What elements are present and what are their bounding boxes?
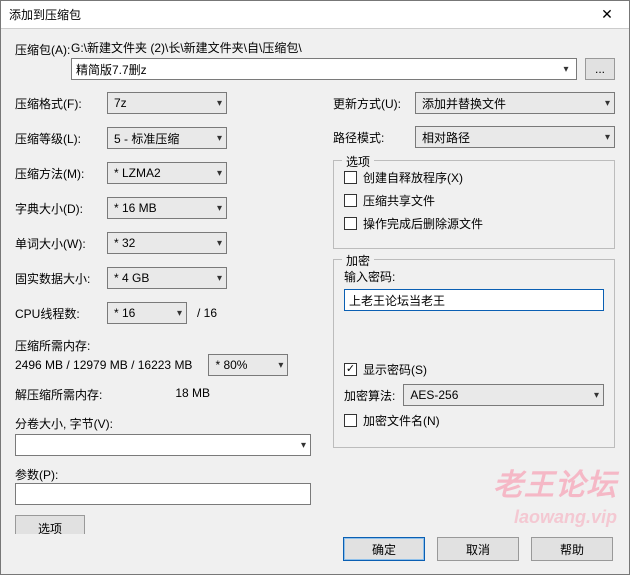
cpu-total: / 16 [197, 306, 217, 320]
archive-path: G:\新建文件夹 (2)\长\新建文件夹\自\压缩包\ [71, 39, 615, 56]
checkbox-icon [344, 217, 357, 230]
sfx-checkbox[interactable]: 创建自释放程序(X) [344, 169, 604, 186]
level-label: 压缩等级(L): [15, 130, 107, 147]
dialog-body: 压缩包(A): G:\新建文件夹 (2)\长\新建文件夹\自\压缩包\ 精简版7… [1, 29, 629, 534]
chevron-down-icon: ▾ [217, 98, 222, 109]
dict-select[interactable]: * 16 MB▾ [107, 197, 227, 219]
format-label: 压缩格式(F): [15, 95, 107, 112]
password-input[interactable] [344, 289, 604, 311]
mem-decompress-label: 解压缩所需内存: [15, 386, 102, 403]
close-icon[interactable]: ✕ [585, 1, 629, 28]
params-input[interactable] [15, 483, 311, 505]
method-select[interactable]: * LZMA2▾ [107, 162, 227, 184]
options-group-title: 选项 [342, 153, 374, 170]
chevron-down-icon: ▾ [217, 203, 222, 214]
volumes-select[interactable]: ▾ [15, 434, 311, 456]
share-checkbox[interactable]: 压缩共享文件 [344, 192, 604, 209]
update-select[interactable]: 添加并替换文件▾ [415, 92, 615, 114]
cpu-label: CPU线程数: [15, 305, 107, 322]
dialog-add-to-archive: 添加到压缩包 ✕ 压缩包(A): G:\新建文件夹 (2)\长\新建文件夹\自\… [0, 0, 630, 575]
chevron-down-icon: ▾ [278, 360, 283, 371]
chevron-down-icon: ▾ [217, 168, 222, 179]
window-title: 添加到压缩包 [9, 6, 81, 23]
enc-algo-select[interactable]: AES-256▾ [403, 384, 604, 406]
chevron-down-icon: ▾ [558, 61, 574, 77]
archive-filename-value: 精简版7.7删z [76, 61, 147, 78]
help-button[interactable]: 帮助 [531, 537, 613, 561]
volumes-label: 分卷大小, 字节(V): [15, 415, 315, 432]
format-select[interactable]: 7z▾ [107, 92, 227, 114]
encrypt-names-checkbox[interactable]: 加密文件名(N) [344, 412, 604, 429]
checkbox-icon [344, 171, 357, 184]
mem-compress-value: 2496 MB / 12979 MB / 16223 MB [15, 358, 192, 372]
chevron-down-icon: ▾ [605, 98, 610, 109]
show-password-checkbox[interactable]: ✓显示密码(S) [344, 361, 604, 378]
method-label: 压缩方法(M): [15, 165, 107, 182]
encryption-group: 加密 输入密码: ✓显示密码(S) 加密算法: AES-256▾ 加密文件名(N… [333, 259, 615, 448]
update-label: 更新方式(U): [333, 95, 415, 112]
chevron-down-icon: ▾ [605, 132, 610, 143]
dict-label: 字典大小(D): [15, 200, 107, 217]
word-label: 单词大小(W): [15, 235, 107, 252]
params-label: 参数(P): [15, 466, 315, 483]
pathmode-select[interactable]: 相对路径▾ [415, 126, 615, 148]
cpu-select[interactable]: * 16▾ [107, 302, 187, 324]
solid-select[interactable]: * 4 GB▾ [107, 267, 227, 289]
checkbox-icon [344, 414, 357, 427]
options-button[interactable]: 选项 [15, 515, 85, 534]
chevron-down-icon: ▾ [301, 440, 306, 451]
options-group: 选项 创建自释放程序(X) 压缩共享文件 操作完成后删除源文件 [333, 160, 615, 249]
mem-percent-select[interactable]: * 80%▾ [208, 354, 288, 376]
button-bar: 确定 取消 帮助 [1, 534, 629, 574]
word-select[interactable]: * 32▾ [107, 232, 227, 254]
chevron-down-icon: ▾ [217, 273, 222, 284]
chevron-down-icon: ▾ [594, 390, 599, 401]
mem-compress-label: 压缩所需内存: [15, 337, 315, 354]
enc-algo-label: 加密算法: [344, 387, 395, 404]
checkbox-icon: ✓ [344, 363, 357, 376]
mem-decompress-value: 18 MB [175, 386, 210, 403]
archive-filename-input[interactable]: 精简版7.7删z ▾ [71, 58, 577, 80]
chevron-down-icon: ▾ [177, 308, 182, 319]
ok-button[interactable]: 确定 [343, 537, 425, 561]
pathmode-label: 路径模式: [333, 129, 415, 146]
chevron-down-icon: ▾ [217, 238, 222, 249]
archive-label: 压缩包(A): [15, 39, 71, 58]
browse-button[interactable]: ... [585, 58, 615, 80]
level-select[interactable]: 5 - 标准压缩▾ [107, 127, 227, 149]
titlebar: 添加到压缩包 ✕ [1, 1, 629, 29]
delete-after-checkbox[interactable]: 操作完成后删除源文件 [344, 215, 604, 232]
encryption-group-title: 加密 [342, 252, 374, 269]
checkbox-icon [344, 194, 357, 207]
cancel-button[interactable]: 取消 [437, 537, 519, 561]
chevron-down-icon: ▾ [217, 133, 222, 144]
solid-label: 固实数据大小: [15, 270, 107, 287]
password-label: 输入密码: [344, 268, 604, 285]
